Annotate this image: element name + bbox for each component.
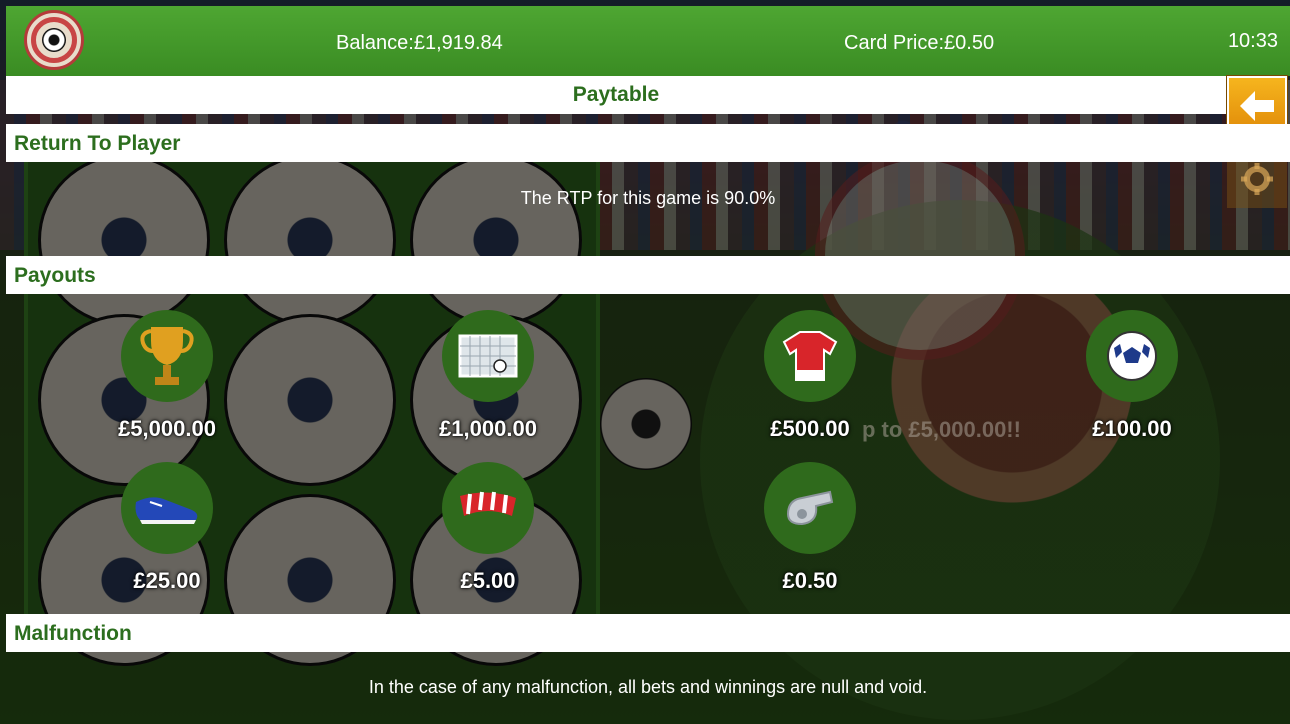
whistle-icon	[786, 490, 834, 526]
prize-item: £25.00	[97, 462, 237, 594]
rtp-heading: Return To Player	[6, 124, 1290, 162]
malfunction-heading: Malfunction	[6, 614, 1290, 652]
rtp-text: The RTP for this game is 90.0%	[520, 188, 776, 208]
prize-amount: £500.00	[770, 416, 850, 441]
prize-amount: £0.50	[782, 568, 838, 593]
top-bar: Balance:£1,919.84 Card Price:£0.50 10:33	[6, 6, 1290, 76]
balance-display: Balance:£1,919.84	[336, 32, 503, 54]
background-promo-text: p to £5,000.00!!	[862, 417, 1021, 442]
scarf-icon	[460, 491, 516, 516]
prize-amount: £5,000.00	[118, 416, 216, 441]
prize-item: £5,000.00	[97, 310, 237, 442]
prize-item: £100.00	[1062, 310, 1202, 442]
card-price-display: Card Price:£0.50	[844, 32, 995, 54]
payouts-heading: Payouts	[6, 256, 1290, 294]
prize-amount: £5.00	[460, 568, 516, 593]
jersey-icon	[782, 331, 838, 381]
winning-match-logo	[24, 10, 84, 70]
trophy-icon	[140, 327, 194, 385]
prize-item: £1,000.00	[418, 310, 558, 442]
boot-icon	[135, 497, 198, 524]
prize-item: £5.00	[418, 462, 558, 594]
back-arrow-icon	[1240, 91, 1274, 121]
prize-item: £0.50	[740, 462, 880, 594]
goal-net-icon	[458, 334, 518, 378]
prize-amount: £25.00	[133, 568, 201, 593]
malfunction-text: In the case of any malfunction, all bets…	[368, 677, 928, 697]
clock: 10:33	[1227, 30, 1278, 52]
prize-amount: £100.00	[1092, 416, 1172, 441]
page-title: Paytable	[6, 76, 1226, 114]
football-icon	[1107, 331, 1157, 381]
prize-item: £500.00	[740, 310, 880, 442]
prize-amount: £1,000.00	[439, 416, 537, 441]
